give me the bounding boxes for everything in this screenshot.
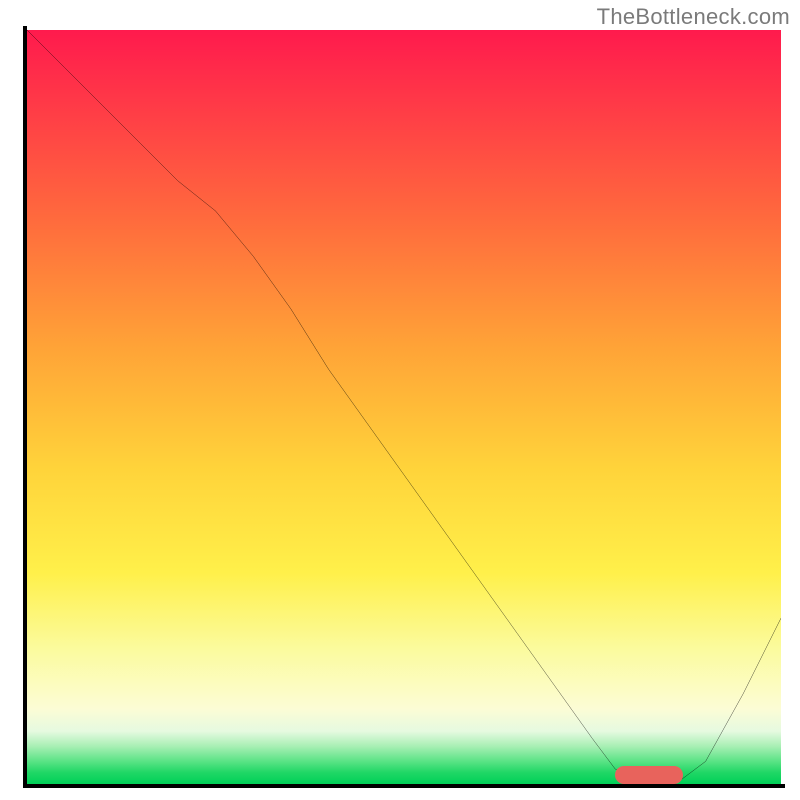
- optimal-range-marker: [615, 766, 683, 784]
- attribution-link[interactable]: TheBottleneck.com: [597, 4, 790, 30]
- bottleneck-chart: [27, 30, 781, 784]
- bottleneck-curve: [27, 30, 781, 784]
